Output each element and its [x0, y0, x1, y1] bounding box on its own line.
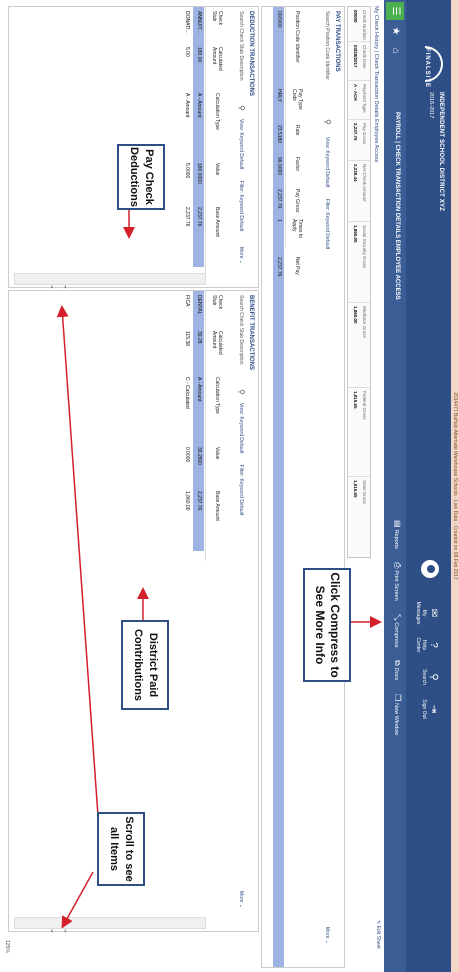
district-contributions-callout: District Paid Contributions [121, 620, 169, 710]
rotated-screenshot: 2014477 Buffalo Alternate Warehouse Scho… [0, 0, 459, 972]
scroll-arrow [56, 305, 100, 831]
scroll-callout: Scroll to see all Items [97, 812, 145, 886]
annotation-arrows [56, 206, 382, 929]
compress-callout: Click Compress to See More Info [303, 568, 351, 682]
scroll-arrow [61, 871, 94, 929]
deductions-callout: Pay Check Deductions [117, 144, 165, 210]
